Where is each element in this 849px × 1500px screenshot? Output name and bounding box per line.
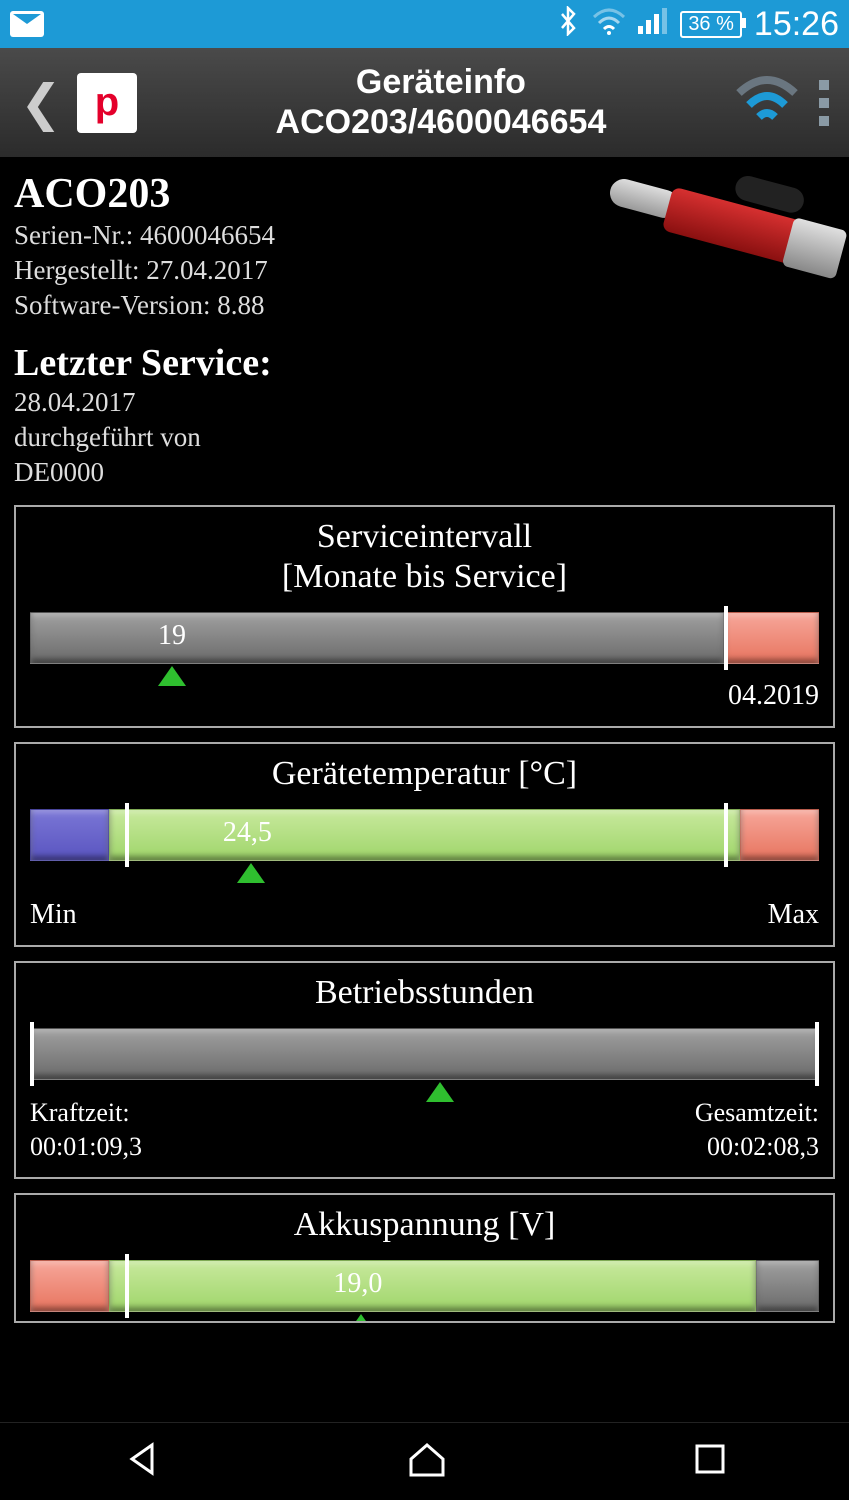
hours-bar <box>30 1028 819 1086</box>
nav-home-button[interactable] <box>407 1441 447 1482</box>
tick-end <box>815 1022 819 1086</box>
header-title: Geräteinfo ACO203/4600046654 <box>157 63 725 141</box>
device-image <box>595 142 846 308</box>
nav-recents-button[interactable] <box>694 1443 726 1480</box>
gesamtzeit-value: 00:02:08,3 <box>695 1130 819 1164</box>
voltage-value: 19,0 <box>333 1268 382 1300</box>
wifi-icon <box>592 7 626 42</box>
interval-end-label: 04.2019 <box>728 680 819 712</box>
temperature-bar: 24,5 <box>30 809 819 881</box>
temperature-value: 24,5 <box>223 817 272 849</box>
overflow-menu-button[interactable] <box>819 80 829 126</box>
header-title-line2: ACO203/4600046654 <box>157 103 725 142</box>
header-title-line1: Geräteinfo <box>157 63 725 102</box>
connection-icon[interactable] <box>735 75 799 130</box>
back-button[interactable]: ❮ <box>20 74 62 132</box>
interval-value: 19 <box>158 620 186 652</box>
marker-icon <box>158 666 186 686</box>
cell-signal-icon <box>638 8 668 41</box>
tick-low <box>125 1254 129 1318</box>
tick-start <box>30 1022 34 1086</box>
nav-back-button[interactable] <box>124 1441 160 1482</box>
content: ACO203 Serien-Nr.: 4600046654 Hergestell… <box>0 158 849 1323</box>
kraftzeit-label: Kraftzeit: <box>30 1096 142 1130</box>
kraftzeit-value: 00:01:09,3 <box>30 1130 142 1164</box>
device-serial: Serien-Nr.: 4600046654 <box>14 218 275 253</box>
last-service-by: DE0000 <box>14 455 835 490</box>
battery-indicator: 36 % <box>680 11 742 38</box>
panel-title: Akkuspannung [V] <box>30 1205 819 1246</box>
interval-bar: 19 <box>30 612 819 670</box>
device-manufactured: Hergestellt: 27.04.2017 <box>14 253 275 288</box>
app-logo-icon: pp <box>77 73 137 133</box>
tick-end <box>724 606 728 670</box>
temp-max-label: Max <box>768 899 819 931</box>
mail-icon <box>10 11 44 37</box>
panel-service-interval: Serviceintervall [Monate bis Service] 19… <box>14 505 835 729</box>
device-name: ACO203 <box>14 170 275 218</box>
marker-icon <box>347 1314 375 1323</box>
marker-icon <box>426 1082 454 1102</box>
panel-battery-voltage: Akkuspannung [V] 19,0 <box>14 1193 835 1323</box>
last-service-date: 28.04.2017 <box>14 385 835 420</box>
panel-title: Serviceintervall [Monate bis Service] <box>30 517 819 599</box>
bluetooth-icon <box>556 6 580 43</box>
voltage-bar: 19,0 <box>30 1260 819 1323</box>
last-service-heading: Letzter Service: <box>14 341 835 385</box>
device-info-block: ACO203 Serien-Nr.: 4600046654 Hergestell… <box>14 170 275 323</box>
panel-operating-hours: Betriebsstunden Kraftzeit: 00:01:09,3 Ge… <box>14 961 835 1179</box>
clock: 15:26 <box>754 5 839 44</box>
panel-title: Gerätetemperatur [°C] <box>30 754 819 795</box>
panel-temperature: Gerätetemperatur [°C] 24,5 Min Max <box>14 742 835 947</box>
device-software: Software-Version: 8.88 <box>14 288 275 323</box>
gesamtzeit-label: Gesamtzeit: <box>695 1096 819 1130</box>
tick-low <box>125 803 129 867</box>
panel-title: Betriebsstunden <box>30 973 819 1014</box>
temp-min-label: Min <box>30 899 77 931</box>
tick-high <box>724 803 728 867</box>
app-header: ❮ pp Geräteinfo ACO203/4600046654 <box>0 48 849 158</box>
marker-icon <box>237 863 265 883</box>
last-service-by-label: durchgeführt von <box>14 420 835 455</box>
system-nav-bar <box>0 1422 849 1500</box>
status-bar: 36 % 15:26 <box>0 0 849 48</box>
